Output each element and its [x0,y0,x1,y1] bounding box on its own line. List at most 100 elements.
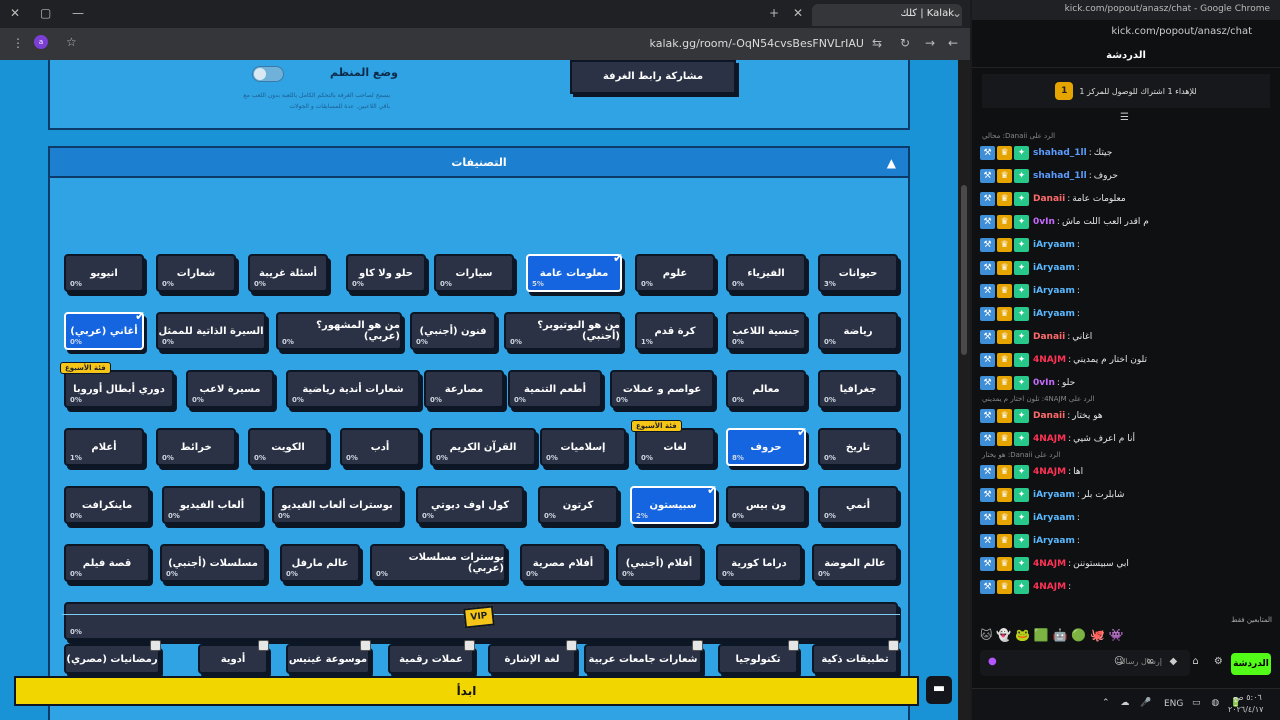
profile-icon[interactable]: a [34,35,48,49]
category-tile[interactable]: خرائط 0% [156,428,236,466]
category-tile[interactable]: من هو المشهور؟ (عربي) 0% [276,312,402,350]
chat-message[interactable]: ⚒ ♛ ✦ Danaii: اغاني [980,326,1272,348]
category-tile[interactable]: قصة فيلم 0% [64,544,150,582]
chat-username[interactable]: iAryaam [1033,309,1075,319]
category-tile[interactable]: دوري أبطال أوروبا 0% فئة الأسبوع [60,362,174,408]
category-tile[interactable]: كرة قدم 1% [635,312,715,350]
chat-username[interactable]: iAryaam [1033,286,1075,296]
category-tile[interactable]: جغرافيا 0% [818,370,898,408]
send-chat-button[interactable]: الدردشة [1231,653,1271,675]
emoji-icon[interactable]: ☺ [1114,656,1124,667]
category-tile[interactable]: معالم 0% [726,370,806,408]
category-tile[interactable]: أفلام مصرية 0% [520,544,606,582]
tab-search-icon[interactable]: ⌄ [952,6,962,20]
chat-username[interactable]: 4NAJM [1033,467,1066,477]
chat-message[interactable]: ⚒ ♛ ✦ iAryaam: [980,234,1272,256]
chat-message[interactable]: ⚒ ♛ ✦ 0vIn: م اقدر العب اللت ماش [980,211,1272,233]
taskbar-language[interactable]: ENG [1164,699,1183,709]
close-tab-icon[interactable]: ✕ [793,6,803,20]
category-tile[interactable]: أفلام (أجنبي) 0% [616,544,702,582]
chat-username[interactable]: Danaii [1033,194,1065,204]
category-tile[interactable]: رياضة 0% [818,312,898,350]
chat-message[interactable]: ⚒ ♛ ✦ 4NAJM: [980,576,1272,598]
chat-message[interactable]: ⚒ ♛ ✦ 4NAJM: تلون اختار م يمديني [980,349,1272,371]
chat-username[interactable]: shahad_1ll [1033,171,1087,181]
chat-username[interactable]: 4NAJM [1033,582,1066,592]
category-tile[interactable]: ماينكرافت 0% [64,486,150,524]
category-tile[interactable]: ألعاب الفيديو 0% [162,486,262,524]
organizer-mode-toggle[interactable] [252,66,284,82]
bookmark-star-icon[interactable]: ☆ [66,35,77,49]
category-tile[interactable]: كول اوف ديوتي 0% [416,486,524,524]
start-game-button[interactable]: ابدأ [14,676,919,706]
category-tile[interactable]: أغاني (عربي) 0% ✔ [64,309,145,350]
chat-toggle-icon[interactable]: ▬ [926,676,952,704]
category-tile[interactable]: أنمي 0% [818,486,898,524]
category-tile[interactable]: الفيزياء 0% [726,254,806,292]
forward-icon[interactable]: → [925,36,935,50]
chat-username[interactable]: iAryaam [1033,240,1075,250]
chat-username[interactable]: shahad_1ll [1033,148,1087,158]
vip-category-tile[interactable]: تطبيقات ذكية [812,640,899,674]
chat-username[interactable]: Danaii [1033,332,1065,342]
category-tile[interactable]: سيارات 0% [434,254,514,292]
chat-message[interactable]: ⚒ ♛ ✦ 0vIn: حلو [980,372,1272,394]
back-icon[interactable]: ← [948,36,958,50]
vip-category-tile[interactable]: أدوية [198,640,269,674]
chat-username[interactable]: 0vIn [1033,217,1055,227]
category-tile[interactable]: تاريخ 0% [818,428,898,466]
chat-message[interactable]: ⚒ ♛ ✦ iAryaam: شابلرت بلر [980,484,1272,506]
page-scrollbar-thumb[interactable] [961,185,967,355]
category-tile[interactable]: شعارات 0% [156,254,236,292]
chat-message[interactable]: ⚒ ♛ ✦ iAryaam: [980,303,1272,325]
chat-username[interactable]: iAryaam [1033,490,1075,500]
category-tile[interactable]: مسيرة لاعب 0% [186,370,274,408]
restore-icon[interactable]: ▢ [40,6,51,20]
share-room-link-button[interactable]: مشاركة رابط الغرفة [570,60,736,94]
categories-header[interactable]: التصنيفات ▲ [50,148,908,178]
new-tab-icon[interactable]: + [769,6,779,20]
url-field[interactable]: kalak.gg/room/-OqN54cvsBesFNVLrIAU [650,37,864,50]
category-tile[interactable]: معلومات عامة 5% ✔ [526,251,623,292]
category-tile[interactable]: حروف 8% ✔ [726,425,807,466]
category-tile[interactable]: ون بيس 0% [726,486,806,524]
category-tile[interactable]: أطعم التنمية 0% [508,370,602,408]
minimize-icon[interactable]: — [72,6,84,20]
category-tile[interactable]: السيرة الذاتية للممثل 0% [156,312,266,350]
emote-row[interactable]: 🐱 👻 🐸 🟩 🤖 🟢 🐙 👾 [980,628,1272,642]
chat-username[interactable]: 0vIn [1033,378,1055,388]
vip-category-tile[interactable]: موسوعة غينيس [286,640,371,674]
category-tile[interactable]: دراما كورية 0% [716,544,802,582]
chat-username[interactable]: 4NAJM [1033,434,1066,444]
chat-message[interactable]: ⚒ ♛ ✦ shahad_1ll: حروف [980,165,1272,187]
category-tile[interactable]: جنسية اللاعب 0% [726,312,806,350]
menu-icon[interactable]: ⋮ [12,36,24,50]
category-tile[interactable]: سبيستون 2% ✔ [630,483,717,524]
category-tile[interactable]: الكويت 0% [248,428,328,466]
chat-message[interactable]: ⚒ ♛ ✦ Danaii: هو يختار [980,405,1272,427]
vip-category-tile[interactable]: شعارات جامعات عربية [584,640,703,674]
reload-icon[interactable]: ↻ [900,36,910,50]
category-tile[interactable]: بوسترات مسلسلات (عربي) 0% [370,544,506,582]
chat-message[interactable]: ⚒ ♛ ✦ iAryaam: [980,507,1272,529]
chat-username[interactable]: iAryaam [1033,536,1075,546]
chat-username[interactable]: 4NAJM [1033,559,1066,569]
translate-icon[interactable]: ⇆ [872,36,882,50]
category-tile[interactable]: انيويو 0% [64,254,144,292]
chat-message[interactable]: ⚒ ♛ ✦ iAryaam: [980,280,1272,302]
chat-message[interactable]: ⚒ ♛ ✦ shahad_1ll: جيتك [980,142,1272,164]
category-tile[interactable]: عالم الموضة 0% [812,544,898,582]
vip-category-tile[interactable]: لغة الإشارة [488,640,577,674]
close-icon[interactable]: ✕ [10,6,20,20]
category-tile[interactable]: حلو ولا كاو 0% [346,254,426,292]
chat-message[interactable]: ⚒ ♛ ✦ Danaii: معلومات عامة [980,188,1272,210]
page-scrollbar[interactable] [958,60,970,720]
category-tile[interactable]: شعارات أندية رياضية 0% [286,370,420,408]
chat-settings-icons[interactable]: ∞ ◆ ⌂ ⚙ [1146,656,1229,667]
vip-category-tile[interactable]: رمضانيات (مصري) [64,640,161,674]
chat-username[interactable]: Danaii [1033,411,1065,421]
browser-tab[interactable]: Kalak | كلك [812,4,962,26]
chat-message[interactable]: ⚒ ♛ ✦ iAryaam: [980,257,1272,279]
chat-username[interactable]: 4NAJM [1033,355,1066,365]
chat-username[interactable]: iAryaam [1033,513,1075,523]
